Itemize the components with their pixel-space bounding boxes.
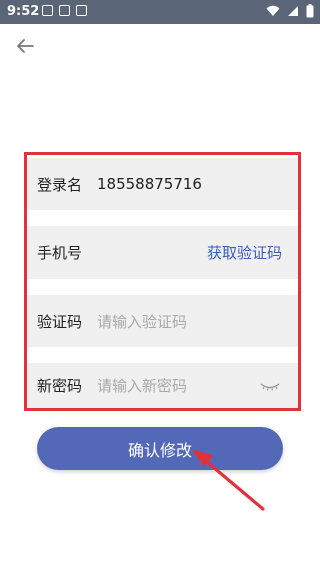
battery-icon <box>306 4 314 18</box>
back-arrow-icon[interactable] <box>13 34 37 58</box>
status-time: 9:52 <box>7 4 40 19</box>
highlight-frame <box>24 152 301 411</box>
image-icon <box>59 5 70 16</box>
signal-icon <box>288 6 298 16</box>
notification-icon <box>42 5 53 16</box>
app-icon <box>76 5 87 16</box>
status-bar: 9:52 <box>0 0 320 24</box>
wifi-icon <box>266 5 280 16</box>
confirm-button[interactable]: 确认修改 <box>37 427 283 470</box>
